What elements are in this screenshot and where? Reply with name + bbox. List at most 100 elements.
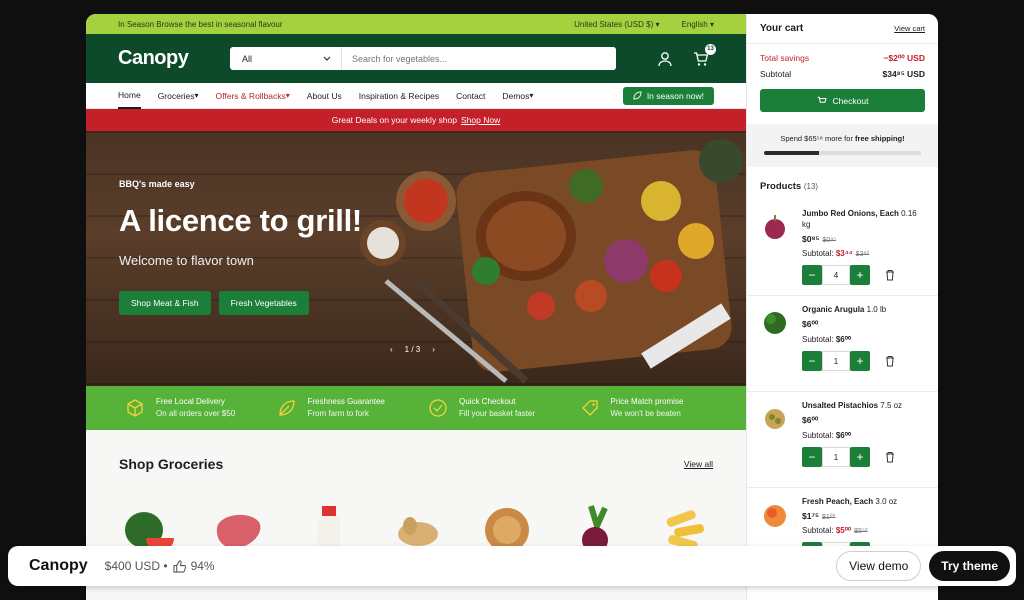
cart-icon [817,96,827,103]
store-page: In Season Browse the best in seasonal fl… [86,14,746,600]
nav-inspiration[interactable]: Inspiration & Recipes [359,83,439,109]
product-old-price: $1⁰⁰ [821,514,836,521]
product-image [760,404,790,434]
user-icon [658,51,672,66]
logo[interactable]: Canopy [118,47,230,70]
nav-about[interactable]: About Us [307,83,342,109]
checkout-button[interactable]: Checkout [760,89,925,112]
theme-price: $400 USD • [104,559,168,573]
shipping-message: Spend $65⁵⁸ more for [780,134,856,143]
quantity-stepper: − 1 + [802,351,925,371]
cart-totals: Total savings −$2⁰⁰ USD Subtotal $34⁸⁵ USD [747,44,938,79]
product-price: $1⁷⁵ [802,511,819,521]
slide-pager: ‹ 1 / 3 › [390,345,435,354]
view-cart-link[interactable]: View cart [894,24,925,33]
increase-button[interactable]: + [850,351,870,371]
product-name[interactable]: Fresh Peach, Each [802,497,873,506]
cart-button[interactable]: 13 [692,43,716,68]
product-image [760,500,790,530]
shop-meat-button[interactable]: Shop Meat & Fish [119,291,211,315]
watermelon-icon [124,511,174,552]
account-button[interactable] [656,50,674,68]
site-header: Canopy All 13 [86,34,746,83]
line-subtotal-label: Subtotal: [802,249,834,258]
fresh-vegetables-button[interactable]: Fresh Vegetables [218,291,309,315]
hero-eyebrow: BBQ's made easy [119,179,195,189]
feature-subtitle: We won't be beaten [610,409,681,418]
feature-subtitle: From farm to fork [307,409,369,418]
product-old-price: $0⁹⁵ [822,237,837,244]
product-image [760,212,790,242]
savings-value: −$2⁰⁰ USD [883,53,925,63]
free-shipping-progress: Spend $65⁵⁸ more for free shipping! [747,124,938,167]
product-name[interactable]: Jumbo Red Onions, Each [802,209,899,218]
nav-offers[interactable]: Offers & Rollbacks [216,83,290,109]
deals-link[interactable]: Shop Now [461,115,500,125]
cart-line-item: Jumbo Red Onions, Each 0.16 kg $0⁸⁵ $0⁹⁵ … [747,200,938,296]
view-all-link[interactable]: View all [684,459,713,469]
product-name[interactable]: Unsalted Pistachios [802,401,878,410]
feature-title: Price Match promise [610,397,684,406]
in-season-button[interactable]: In season now! [622,86,714,105]
checkout-label: Checkout [832,95,869,106]
decrease-button[interactable]: − [802,447,822,467]
shipping-highlight: free shipping! [855,134,905,143]
cart-line-item: Unsalted Pistachios 7.5 oz $6⁰⁰ Subtotal… [747,392,938,488]
hero-subtitle: Welcome to flavor town [119,253,254,268]
pistachio-icon [765,409,785,429]
nav-demos[interactable]: Demos [502,83,533,109]
arugula-icon [764,312,786,334]
search-category-select[interactable]: All [230,47,342,70]
nav-contact[interactable]: Contact [456,83,485,109]
main-nav: Home Groceries Offers & Rollbacks About … [86,83,746,109]
peach-icon [764,505,786,527]
trash-icon[interactable] [884,355,896,367]
trash-icon[interactable] [884,451,896,463]
meat-icon [217,514,261,548]
product-name[interactable]: Organic Arugula [802,305,864,314]
quantity-stepper: − 1 + [802,447,925,467]
nav-groceries[interactable]: Groceries [158,83,199,109]
announcement-text: In Season Browse the best in seasonal fl… [118,19,283,29]
theme-preview-bar: Canopy $400 USD • 94% View demo Try them… [8,546,1016,586]
cart-line-item: Organic Arugula 1.0 lb $6⁰⁰ Subtotal: $6… [747,296,938,392]
view-demo-button[interactable]: View demo [836,551,922,581]
prev-slide-icon[interactable]: ‹ [390,345,393,354]
quantity-value[interactable]: 1 [822,351,850,371]
section-title: Shop Groceries [119,456,224,472]
in-season-label: In season now! [646,90,704,101]
feature-checkout: Quick Checkout Fill your basket faster [429,396,555,420]
cart-drawer: Your cart View cart Total savings −$2⁰⁰ U… [746,14,938,600]
decrease-button[interactable]: − [802,265,822,285]
region-selector[interactable]: United States (USD $) [574,20,659,29]
feature-subtitle: Fill your basket faster [459,409,536,418]
language-selector[interactable]: English [682,20,715,29]
deals-text: Great Deals on your weekly shop [331,115,457,125]
products-count: (13) [803,182,819,191]
quantity-value[interactable]: 4 [822,265,850,285]
trash-icon[interactable] [884,269,896,281]
theme-name: Canopy [29,557,88,574]
line-subtotal: $3⁴⁴ [835,249,853,258]
quantity-value[interactable]: 1 [822,447,850,467]
slide-counter: 1 / 3 [404,345,421,354]
product-weight: 1.0 lb [866,305,887,314]
increase-button[interactable]: + [850,265,870,285]
line-subtotal: $6⁰⁰ [835,335,852,344]
subtotal-label: Subtotal [760,69,792,79]
browser-frame: In Season Browse the best in seasonal fl… [86,14,938,600]
box-icon [127,399,143,417]
tag-icon [581,400,598,416]
ginger-icon [397,516,438,546]
next-slide-icon[interactable]: › [432,345,435,354]
theme-rating: 94% [190,559,215,573]
increase-button[interactable]: + [850,447,870,467]
feature-title: Quick Checkout [459,397,516,406]
try-theme-button[interactable]: Try theme [929,551,1010,581]
shipping-progress-fill [764,151,819,155]
savings-label: Total savings [760,53,810,63]
nav-home[interactable]: Home [118,83,141,109]
decrease-button[interactable]: − [802,351,822,371]
search-input[interactable] [342,47,616,70]
feature-price-match: Price Match promise We won't be beaten [581,396,707,420]
